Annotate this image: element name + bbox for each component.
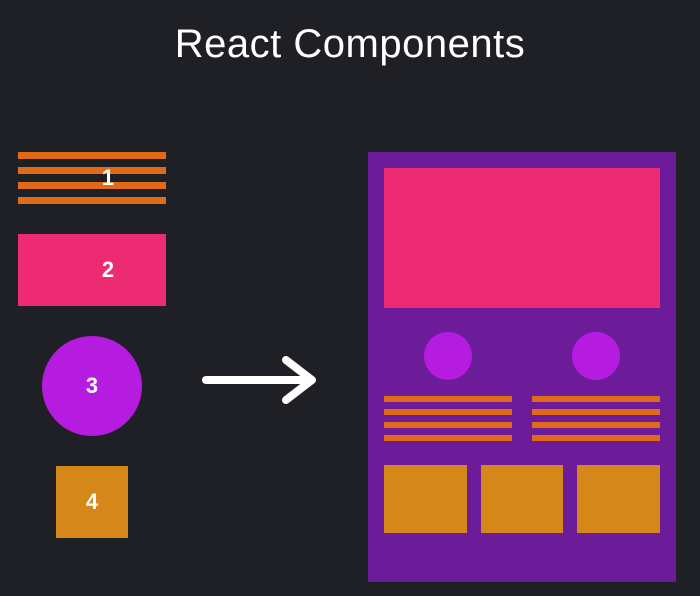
assembled-layout — [368, 152, 676, 582]
content-column — [532, 332, 660, 441]
sample-number: 4 — [86, 489, 98, 515]
stripe-bar — [18, 197, 166, 204]
sample-number: 3 — [86, 373, 98, 399]
footer-row — [384, 465, 660, 533]
sample-stripes: 1 — [18, 152, 198, 204]
hero-panel — [384, 168, 660, 308]
sample-number: 2 — [102, 257, 114, 283]
stripes-block — [384, 396, 512, 441]
stripe-bar — [532, 409, 660, 415]
content-row — [384, 332, 660, 441]
stripe-bar — [532, 422, 660, 428]
stripes-block — [532, 396, 660, 441]
stripe-bar — [532, 435, 660, 441]
purple-circle: 3 — [42, 336, 142, 436]
footer-cell — [481, 465, 564, 533]
stripes-block — [18, 152, 166, 204]
sample-pink-rect: 2 — [18, 234, 198, 306]
component-samples-column: 1 2 3 4 — [18, 152, 198, 538]
orange-square: 4 — [56, 466, 128, 538]
stripe-bar — [384, 435, 512, 441]
purple-dot — [572, 332, 620, 380]
purple-dot — [424, 332, 472, 380]
stripe-bar — [384, 422, 512, 428]
stripe-bar — [18, 182, 166, 189]
slide-title: React Components — [0, 22, 700, 67]
sample-square: 4 — [18, 466, 166, 538]
arrow-right-icon — [200, 350, 330, 410]
stripe-bar — [384, 396, 512, 402]
stripe-bar — [18, 167, 166, 174]
stripe-bar — [532, 396, 660, 402]
sample-circle: 3 — [18, 336, 166, 436]
stripe-bar — [384, 409, 512, 415]
footer-cell — [384, 465, 467, 533]
content-column — [384, 332, 512, 441]
sample-number: 1 — [102, 165, 114, 191]
stripe-bar — [18, 152, 166, 159]
pink-rectangle — [18, 234, 166, 306]
footer-cell — [577, 465, 660, 533]
